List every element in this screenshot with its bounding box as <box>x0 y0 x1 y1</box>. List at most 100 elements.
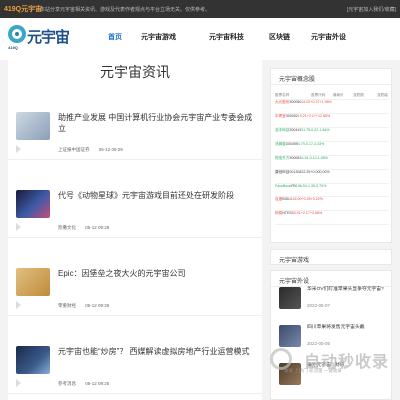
article-source: 零重财经 <box>58 303 76 308</box>
col-header: 股票名称 <box>275 93 290 97</box>
stocks-table: 股票名称 股票代码 最新价 涨跌额 涨跌幅 大元股份30005019.02+0.… <box>275 91 389 225</box>
stock-code: 300459 <box>285 142 298 146</box>
thumbnail-corner-icon <box>16 223 21 231</box>
article-date: 05-12 09:26 <box>85 303 110 308</box>
peripherals-panel: 元宇宙外设 华米OV们盯准苹果头显争夺元宇宙? 2022-05-07 四川苹果将… <box>270 270 393 400</box>
peripheral-item[interactable]: 华米OV们盯准苹果头显争夺元宇宙? 2022-05-07 <box>279 287 389 325</box>
stock-change: +2.17 <box>300 211 310 215</box>
games-panel-title: 元宇宙游戏 <box>279 258 310 264</box>
peripheral-title[interactable]: 四川苹果将发售元宇宙头戴 <box>307 325 387 331</box>
article-title[interactable]: 代号《动物星球》元宇宙游戏目前还处在研发阶段 <box>58 190 254 201</box>
article-meta: 参考消息 05-12 09:25 <box>58 381 109 387</box>
nav-home[interactable]: 首页 <box>108 32 122 42</box>
thumbnail-corner-icon <box>16 301 21 309</box>
article-thumbnail[interactable] <box>16 268 50 296</box>
stocks-panel: 元宇宙概念股 股票名称 股票代码 最新价 涨跌额 涨跌幅 大元股份3000501… <box>270 68 393 243</box>
stock-pct: 0.00% <box>319 170 330 174</box>
stock-row[interactable] <box>275 188 389 197</box>
thumbnail-corner-icon <box>16 379 21 387</box>
stock-name[interactable]: 浩丰科技 <box>275 128 289 132</box>
article-thumbnail[interactable] <box>16 112 50 140</box>
stock-pct: -3.43% <box>312 142 325 146</box>
article-source: 上证报中国证券 <box>58 147 90 152</box>
article-date: 05-12 09:29 <box>98 147 123 152</box>
peripheral-thumbnail[interactable] <box>279 363 301 385</box>
col-header: 股票代码 <box>311 93 326 97</box>
stock-code: 300052 <box>285 114 298 118</box>
stock-name[interactable]: 汤姆猫 <box>275 142 286 146</box>
stocks-table-body: 大元股份30005019.02+0.37+1.95% 中青宝30005219.21… <box>275 100 389 225</box>
article-item[interactable]: Epic：因堡垒之夜大火的元宇宙公司 零重财经 05-12 09:26 <box>8 256 262 316</box>
article-title[interactable]: Epic：因堡垒之夜大火的元宇宙公司 <box>58 268 254 279</box>
stock-change: +0.25 <box>301 197 311 201</box>
peripheral-date: 2022-05-07 <box>307 303 331 308</box>
stocks-table-header: 股票名称 股票代码 最新价 涨跌额 涨跌幅 <box>275 91 389 100</box>
stock-change: -0.10 <box>308 156 317 160</box>
top-brand[interactable]: 419Q元宇宙 <box>4 4 42 14</box>
article-item[interactable]: 代号《动物星球》元宇宙游戏目前还处在研发阶段 凯撒文化 05-12 09:28 <box>8 178 262 238</box>
logo-sub: 419Q <box>8 45 18 50</box>
logo-text[interactable]: 元宇宙 <box>27 26 70 47</box>
stock-code: NTES <box>282 211 292 215</box>
stock-pct: +2.68% <box>309 211 323 215</box>
stock-code: 300050 <box>289 100 302 104</box>
peripherals-panel-header: 元宇宙外设 <box>271 271 393 287</box>
stock-row[interactable] <box>275 133 389 142</box>
stock-row[interactable] <box>275 119 389 128</box>
stock-row[interactable] <box>275 216 389 225</box>
peripheral-item[interactable]: 四川苹果将发售元宇宙头戴 2022-05-05 <box>279 325 389 363</box>
col-header: 涨跌额 <box>353 93 364 97</box>
article-source: 参考消息 <box>58 381 76 386</box>
article-thumbnail[interactable] <box>16 190 50 218</box>
stock-pct: +1.95% <box>319 100 332 104</box>
article-item[interactable]: 元宇宙也能“炒房”？ 西媒解读虚拟房地产行业运营模式 参考消息 05-12 09… <box>8 334 262 394</box>
site-header: 元宇宙 419Q 首页 元宇宙游戏 元宇宙科技 区块链 元宇宙外设 <box>0 18 400 60</box>
peripheral-title[interactable]: 海外元宇宙 | 财讯... <box>307 363 387 369</box>
stock-price: 11.75 <box>301 128 311 132</box>
stock-row[interactable] <box>275 161 389 170</box>
stock-name[interactable]: 康冠科技 <box>275 170 289 174</box>
article-item[interactable]: 助推产业发展 中国计算机行业协会元宇宙产业专委会成立 上证报中国证券 05-12… <box>8 100 262 160</box>
stocks-panel-header: 元宇宙概念股 <box>271 69 393 85</box>
stock-code: 300081 <box>289 156 302 160</box>
stock-change: +2.17 <box>306 114 316 118</box>
stock-pct: +0.22% <box>310 197 323 201</box>
stock-price: 116.00 <box>290 197 302 201</box>
stocks-panel-title: 元宇宙概念股 <box>279 77 316 83</box>
stock-pct: -1.84% <box>318 128 330 132</box>
stock-row[interactable] <box>275 202 389 211</box>
stock-change: -0.17 <box>304 142 313 146</box>
article-date: 05-12 09:25 <box>85 381 110 386</box>
nav-games[interactable]: 元宇宙游戏 <box>141 32 176 42</box>
peripheral-title[interactable]: 华米OV们盯准苹果头显争夺元宇宙? <box>307 287 387 293</box>
nav-blockchain[interactable]: 区块链 <box>269 32 290 42</box>
nav-tech[interactable]: 元宇宙科技 <box>209 32 244 42</box>
stock-pct: -1.06% <box>316 156 328 160</box>
top-notice-bar: 419Q元宇宙 本站分享元宇宙相关资讯、游戏及代表作者观点与平台立场无关。仅供参… <box>0 0 400 18</box>
article-title[interactable]: 助推产业发展 中国计算机行业协会元宇宙产业专委会成立 <box>58 112 254 134</box>
article-title[interactable]: 元宇宙也能“炒房”？ 西媒解读虚拟房地产行业运营模式 <box>58 346 254 357</box>
stock-code: 300419 <box>289 128 302 132</box>
peripheral-item[interactable]: 海外元宇宙 | 财讯... <box>279 363 389 400</box>
nav-peripherals[interactable]: 元宇宙外设 <box>311 32 346 42</box>
stock-row[interactable] <box>275 147 389 156</box>
join-bookmark-link[interactable]: [元宇宙加入我们/收藏] <box>347 6 396 13</box>
logo-dot <box>15 32 19 36</box>
peripheral-thumbnail[interactable] <box>279 325 301 347</box>
col-header: 最新价 <box>333 93 344 97</box>
article-meta: 上证报中国证券 05-12 09:29 <box>58 147 123 153</box>
stock-name[interactable]: 恒信东方 <box>275 156 289 160</box>
stock-row[interactable] <box>275 175 389 184</box>
stock-name[interactable]: 大元股份 <box>275 100 289 104</box>
games-panel-header: 元宇宙游戏 <box>270 249 392 265</box>
stock-pct: +12.65% <box>315 114 331 118</box>
stock-price: 19.21 <box>297 114 307 118</box>
peripherals-panel-title: 元宇宙外设 <box>279 279 310 285</box>
article-meta: 零重财经 05-12 09:26 <box>58 303 109 309</box>
stock-row[interactable] <box>275 105 389 114</box>
thumbnail-corner-icon <box>16 145 21 153</box>
peripheral-thumbnail[interactable] <box>279 287 301 309</box>
stock-name[interactable]: 中青宝 <box>275 114 286 118</box>
logo-icon[interactable] <box>8 25 26 43</box>
article-thumbnail[interactable] <box>16 346 50 374</box>
